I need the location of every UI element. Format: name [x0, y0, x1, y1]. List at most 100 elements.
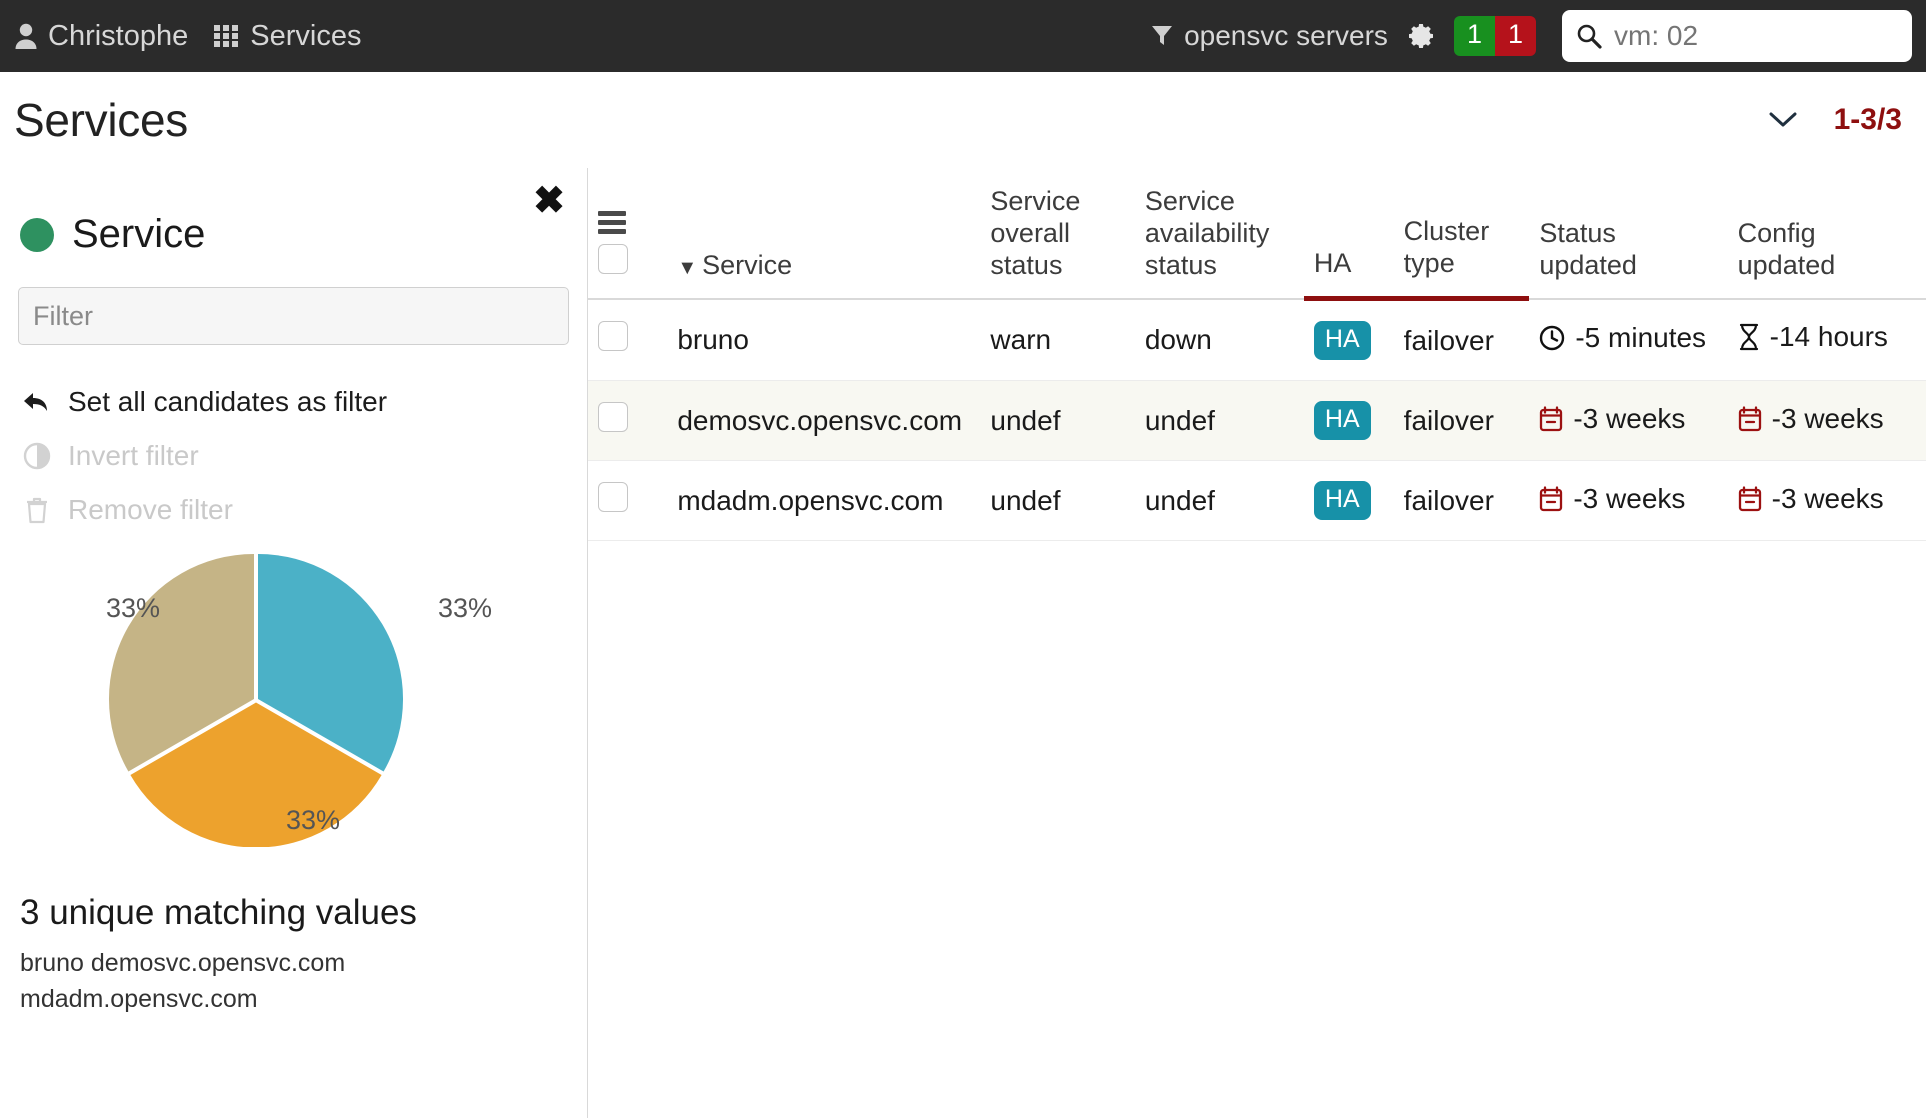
page-header-controls: 1-3/3: [1768, 103, 1902, 137]
clock-icon: [1539, 325, 1565, 351]
status-badge-error[interactable]: 1: [1494, 16, 1536, 56]
calendar-minus-icon: [1539, 485, 1563, 512]
cell-config-updated: -3 weeks: [1727, 380, 1926, 462]
table-row[interactable]: bruno warn down HA failover -5 minutes -…: [588, 298, 1926, 382]
remove-filter-action[interactable]: Remove filter: [18, 483, 569, 537]
table-header-row: ▼ Service Service overall status Service …: [588, 168, 1926, 302]
cell-overall-status: undef: [980, 460, 1135, 542]
config-updated-text: -3 weeks: [1771, 482, 1884, 514]
pie-label-0: 33%: [438, 593, 493, 623]
unique-values-list: bruno demosvc.opensvc.com mdadm.opensvc.…: [20, 949, 346, 1014]
status-updated-text: -5 minutes: [1575, 321, 1707, 353]
services-table: ▼ Service Service overall status Service …: [588, 168, 1926, 542]
cell-availability-status: undef: [1134, 460, 1304, 542]
cell-cluster-type: failover: [1393, 460, 1530, 542]
main-content: ✖ Service Set all candidates as filter I…: [0, 168, 1926, 1118]
invert-filter-action[interactable]: Invert filter: [18, 429, 569, 483]
header-config-updated[interactable]: Config updated: [1727, 168, 1926, 300]
filter-panel: ✖ Service Set all candidates as filter I…: [0, 168, 588, 1118]
cell-status-updated: -3 weeks: [1529, 460, 1728, 542]
hamburger-icon[interactable]: [598, 210, 657, 234]
pie-label-2: 33%: [106, 593, 161, 623]
header-service-availability-status[interactable]: Service availability status: [1134, 168, 1304, 300]
pagination-counter[interactable]: 1-3/3: [1834, 103, 1902, 137]
cell-status-updated: -3 weeks: [1529, 380, 1728, 462]
hourglass-icon: [1738, 323, 1760, 351]
cell-ha: HA: [1303, 298, 1394, 382]
status-updated-text: -3 weeks: [1573, 482, 1686, 514]
action-label: Remove filter: [68, 494, 233, 525]
settings-button[interactable]: [1406, 21, 1436, 51]
cell-overall-status: warn: [980, 298, 1135, 382]
cell-availability-status: undef: [1134, 380, 1304, 462]
filter-input[interactable]: [18, 287, 569, 345]
header-service[interactable]: ▼ Service: [667, 168, 981, 300]
status-dot-icon: [20, 217, 54, 252]
cell-status-updated: -5 minutes: [1529, 298, 1728, 382]
services-table-container: ▼ Service Service overall status Service …: [588, 168, 1926, 1118]
select-all-checkbox[interactable]: [598, 243, 628, 274]
row-checkbox[interactable]: [598, 482, 628, 513]
global-search[interactable]: [1562, 10, 1912, 62]
page-header: Services 1-3/3: [0, 72, 1926, 168]
cell-cluster-type: failover: [1393, 298, 1530, 382]
filter-distribution-pie-chart: 33% 33% 33%: [18, 547, 569, 877]
row-checkbox-cell: [588, 460, 668, 542]
cell-config-updated: -3 weeks: [1727, 460, 1926, 542]
user-icon: [14, 22, 38, 50]
header-select-all: [588, 168, 668, 300]
ha-badge: HA: [1313, 401, 1371, 441]
search-input[interactable]: [1612, 19, 1898, 53]
top-nav-right-group: opensvc servers 1 1: [1151, 10, 1912, 62]
close-icon[interactable]: ✖: [533, 182, 565, 220]
status-badge-ok[interactable]: 1: [1453, 16, 1495, 56]
trash-icon: [22, 496, 52, 524]
ha-badge: HA: [1313, 321, 1371, 361]
filter-panel-title: Service: [72, 212, 206, 256]
header-status-updated[interactable]: Status updated: [1529, 168, 1728, 300]
config-updated-text: -3 weeks: [1771, 402, 1884, 434]
row-checkbox-cell: [588, 380, 668, 462]
config-updated-text: -14 hours: [1769, 321, 1888, 353]
top-navigation-bar: Christophe Services opensvc servers 1 1 …: [0, 0, 1926, 72]
caret-down-icon: ▼: [677, 256, 698, 279]
page-title: Services: [14, 94, 188, 146]
row-checkbox[interactable]: [598, 321, 628, 352]
reply-arrow-icon: [22, 390, 52, 414]
header-service-overall-status[interactable]: Service overall status: [980, 168, 1135, 300]
cell-config-updated: -14 hours: [1727, 298, 1926, 382]
header-label: Service: [702, 249, 793, 280]
chevron-down-icon[interactable]: [1768, 110, 1798, 130]
server-filter-selector[interactable]: opensvc servers: [1151, 20, 1388, 52]
cell-service[interactable]: demosvc.opensvc.com: [667, 380, 981, 462]
cell-ha: HA: [1303, 460, 1394, 542]
action-label: Set all candidates as filter: [68, 386, 388, 417]
row-checkbox[interactable]: [598, 402, 628, 433]
services-menu-label: Services: [250, 19, 362, 52]
user-menu[interactable]: Christophe: [14, 20, 188, 53]
grid-icon: [214, 25, 240, 47]
filter-actions: Set all candidates as filter Invert filt…: [18, 375, 569, 537]
header-cluster-type[interactable]: Cluster type: [1393, 168, 1530, 302]
services-menu[interactable]: Services: [214, 20, 361, 53]
table-row[interactable]: mdadm.opensvc.com undef undef HA failove…: [588, 460, 1926, 542]
header-ha[interactable]: HA: [1303, 168, 1394, 302]
user-name-label: Christophe: [48, 19, 189, 52]
search-icon: [1576, 23, 1602, 49]
ha-badge: HA: [1313, 481, 1371, 521]
filter-icon: [1151, 24, 1173, 48]
cell-service[interactable]: mdadm.opensvc.com: [667, 460, 981, 542]
filter-panel-header: Service: [18, 168, 569, 257]
calendar-minus-icon: [1738, 485, 1762, 512]
action-label: Invert filter: [68, 440, 199, 471]
cell-ha: HA: [1303, 380, 1394, 462]
cell-availability-status: down: [1134, 298, 1304, 382]
pie-label-1: 33%: [286, 805, 341, 835]
cell-cluster-type: failover: [1393, 380, 1530, 462]
table-row[interactable]: demosvc.opensvc.com undef undef HA failo…: [588, 380, 1926, 462]
cell-service[interactable]: bruno: [667, 298, 981, 382]
top-nav-left-group: Christophe Services: [14, 20, 361, 53]
gear-icon: [1406, 21, 1436, 51]
server-filter-label: opensvc servers: [1184, 20, 1388, 51]
set-all-candidates-as-filter-action[interactable]: Set all candidates as filter: [18, 375, 569, 429]
